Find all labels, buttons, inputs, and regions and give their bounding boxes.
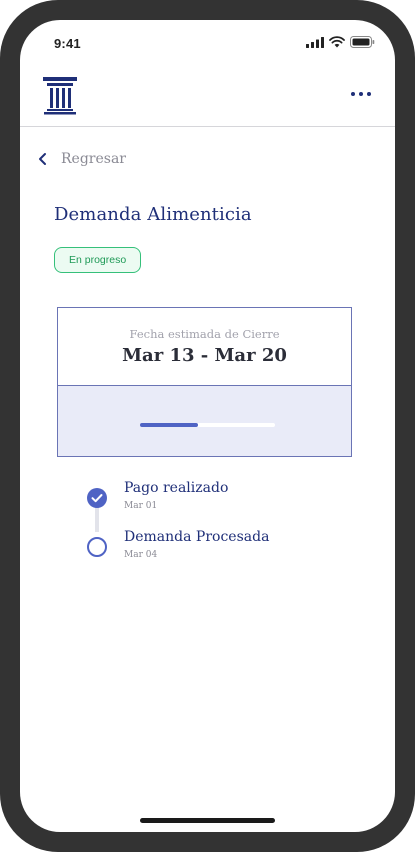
timeline-item-date: Mar 04 xyxy=(124,550,158,560)
status-time: 9:41 xyxy=(54,36,81,51)
closing-date-range: Mar 13 - Mar 20 xyxy=(122,345,287,366)
timeline-item-demanda: Demanda Procesada Mar 04 xyxy=(86,529,366,569)
more-horizontal-icon xyxy=(359,92,363,96)
home-indicator xyxy=(140,818,275,823)
back-label: Regresar xyxy=(61,151,126,167)
app-header xyxy=(20,66,395,127)
progress-fill xyxy=(140,423,199,427)
status-icons xyxy=(306,36,375,48)
more-options-button[interactable] xyxy=(351,86,373,102)
status-badge: En progreso xyxy=(54,247,142,273)
device-frame: 9:41 Regresar Demanda Alimenticia En pro… xyxy=(0,0,415,852)
wifi-icon xyxy=(329,36,345,48)
timeline-item-title: Pago realizado xyxy=(124,480,229,496)
more-horizontal-icon xyxy=(367,92,371,96)
column-icon[interactable] xyxy=(42,75,78,115)
page-title: Demanda Alimenticia xyxy=(54,204,252,225)
progress-bar xyxy=(140,423,275,427)
phone-screen: 9:41 Regresar Demanda Alimenticia En pro… xyxy=(20,20,395,832)
signal-icon xyxy=(306,36,324,48)
timeline-item-date: Mar 01 xyxy=(124,501,158,511)
chevron-left-icon xyxy=(39,153,46,165)
back-button[interactable]: Regresar xyxy=(37,148,126,170)
battery-icon xyxy=(350,36,375,48)
closing-date-section: Fecha estimada de Cierre Mar 13 - Mar 20 xyxy=(58,308,351,386)
check-circle-icon xyxy=(87,488,107,508)
closing-date-label: Fecha estimada de Cierre xyxy=(129,327,280,341)
closing-date-card: Fecha estimada de Cierre Mar 13 - Mar 20 xyxy=(57,307,352,457)
status-bar: 9:41 xyxy=(20,20,395,66)
timeline-item-title: Demanda Procesada xyxy=(124,529,270,545)
progress-section xyxy=(58,386,351,456)
empty-circle-icon xyxy=(87,537,107,557)
timeline-item-pago: Pago realizado Mar 01 xyxy=(86,480,366,520)
more-horizontal-icon xyxy=(351,92,355,96)
